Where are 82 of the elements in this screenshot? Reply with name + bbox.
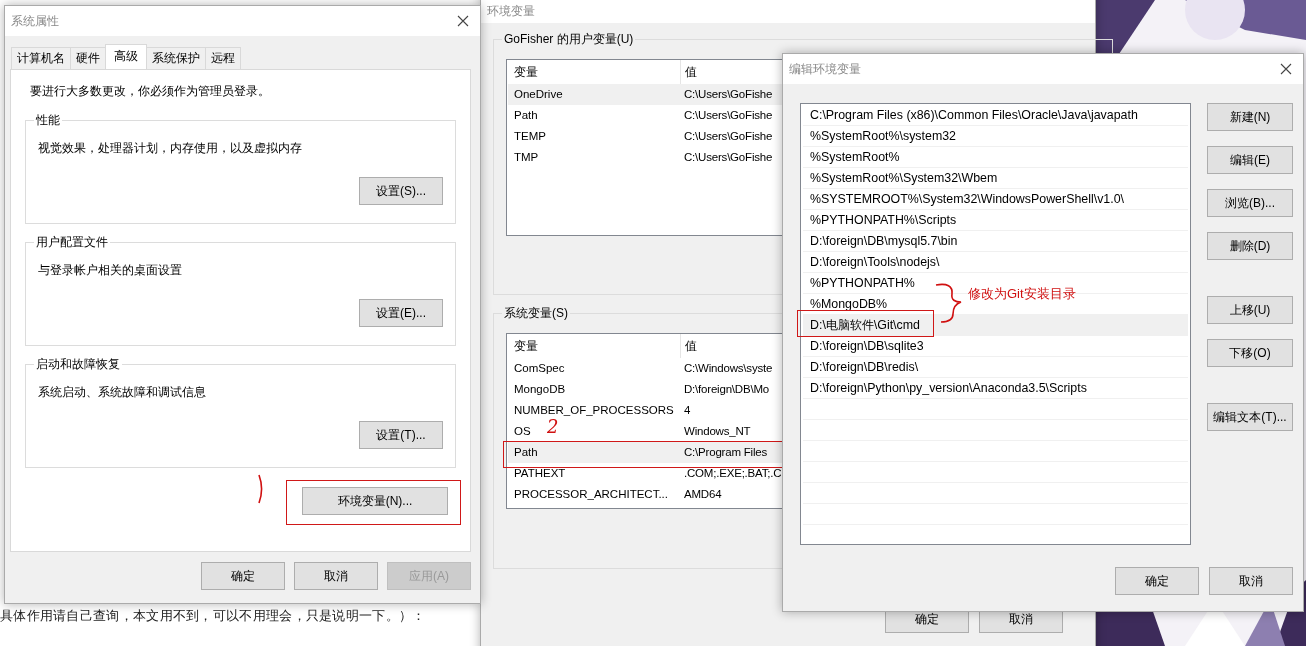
table-cell: NUMBER_OF_PROCESSORS: [514, 404, 674, 417]
list-row[interactable]: %SYSTEMROOT%\System32\WindowsPowerShell\v1.0\: [803, 189, 1188, 210]
table-cell: Path: [514, 446, 538, 459]
dialog-button[interactable]: 新建(N): [1207, 103, 1293, 131]
list-item-text: D:\foreign\DB\redis\: [809, 359, 919, 376]
list-row[interactable]: %PYTHONPATH%\Scripts: [803, 210, 1188, 231]
close-icon[interactable]: [1280, 63, 1292, 75]
list-row[interactable]: D:\foreign\DB\mysql5.7\bin: [803, 231, 1188, 252]
table-cell: C:\Users\GoFishe: [684, 130, 773, 143]
annotation-mark: 2: [547, 418, 559, 436]
group-label: 用户配置文件: [34, 234, 110, 251]
table-cell: C:\Users\GoFishe: [684, 88, 773, 101]
list-item-text: C:\Program Files (x86)\Common Files\Oracle\Java\javapath: [809, 107, 1138, 124]
dialog-button[interactable]: 上移(U): [1207, 296, 1293, 324]
list-item-text: %MongoDB%: [809, 296, 888, 313]
table-cell: PROCESSOR_ARCHITECT...: [514, 488, 668, 501]
table-cell: 4: [684, 404, 691, 417]
page-text: 具体作用请自己查询，本文用不到，可以不用理会，只是说明一下。）：: [0, 608, 426, 625]
column-header[interactable]: 值: [681, 60, 697, 84]
window-title: 编辑环境变量: [789, 60, 861, 78]
table-cell: C:\Windows\syste: [684, 362, 773, 375]
list-item-text: D:\foreign\DB\mysql5.7\bin: [809, 233, 958, 250]
table-cell: C:\Users\GoFishe: [684, 151, 773, 164]
table-cell: TEMP: [514, 130, 546, 143]
dialog-button[interactable]: 下移(O): [1207, 339, 1293, 367]
column-header[interactable]: 变量: [508, 334, 681, 358]
dialog-button[interactable]: 编辑文本(T)...: [1207, 403, 1293, 431]
list-item-text: %PYTHONPATH%: [809, 275, 915, 292]
dialog-button[interactable]: 编辑(E): [1207, 146, 1293, 174]
tab[interactable]: 计算机名: [11, 47, 71, 69]
window-title: 系统属性: [11, 12, 59, 30]
table-cell: C:\Users\GoFishe: [684, 109, 773, 122]
dialog-button[interactable]: 取消: [294, 562, 378, 590]
dialog-button[interactable]: 删除(D): [1207, 232, 1293, 260]
tab[interactable]: 高级: [105, 44, 147, 70]
group-label: GoFisher 的用户变量(U): [502, 31, 636, 48]
group-description: 系统启动、系统故障和调试信息: [38, 384, 207, 401]
table-cell: .COM;.EXE;.BAT;.C: [684, 467, 782, 480]
list-item-text: %SYSTEMROOT%\System32\WindowsPowerShell\v1.0\: [809, 191, 1124, 208]
group-label: 性能: [34, 112, 62, 129]
group-label: 系统变量(S): [502, 305, 570, 322]
dialog-button[interactable]: 确定: [1115, 567, 1199, 595]
list-item-text: %SystemRoot%: [809, 149, 900, 166]
table-cell: ComSpec: [514, 362, 565, 375]
list-item-text: D:\foreign\Python\py_version\Anaconda3.5\Scripts: [809, 380, 1087, 397]
environment-variables-button[interactable]: 环境变量(N)...: [302, 487, 448, 515]
list-row[interactable]: D:\foreign\Python\py_version\Anaconda3.5\Scripts: [803, 378, 1188, 399]
list-row[interactable]: C:\Program Files (x86)\Common Files\Oracle\Java\javapath: [803, 105, 1188, 126]
list-row[interactable]: %SystemRoot%: [803, 147, 1188, 168]
table-cell: OneDrive: [514, 88, 563, 101]
list-item-text: D:\foreign\DB\sqlite3: [809, 338, 924, 355]
table-cell: D:\foreign\DB\Mo: [684, 383, 769, 396]
dialog-button[interactable]: 浏览(B)...: [1207, 189, 1293, 217]
list-item-text: %PYTHONPATH%\Scripts: [809, 212, 957, 229]
table-cell: MongoDB: [514, 383, 566, 396]
dialog-button[interactable]: 取消: [1209, 567, 1293, 595]
table-cell: C:\Program Files: [684, 446, 768, 459]
group-label: 启动和故障恢复: [34, 356, 122, 373]
group-description: 与登录帐户相关的桌面设置: [38, 262, 183, 279]
table-cell: AMD64: [684, 488, 722, 501]
table-cell: TMP: [514, 151, 539, 164]
notice-text: 要进行大多数更改，你必须作为管理员登录。: [30, 83, 271, 100]
list-row[interactable]: %SystemRoot%\system32: [803, 126, 1188, 147]
group-description: 视觉效果，处理器计划，内存使用，以及虚拟内存: [38, 140, 303, 157]
list-row[interactable]: D:\foreign\DB\redis\: [803, 357, 1188, 378]
dialog-button[interactable]: 确定: [201, 562, 285, 590]
table-cell: Path: [514, 109, 538, 122]
window-title: 环境变量: [487, 2, 535, 20]
list-item-text: D:\电脑软件\Git\cmd: [803, 315, 920, 335]
tab[interactable]: 远程: [205, 47, 241, 69]
list-item-text: %SystemRoot%\System32\Wbem: [809, 170, 998, 187]
table-cell: PATHEXT: [514, 467, 566, 480]
list-item-text: %SystemRoot%\system32: [809, 128, 956, 145]
list-row[interactable]: D:\foreign\Tools\nodejs\: [803, 252, 1188, 273]
list-row[interactable]: %SystemRoot%\System32\Wbem: [803, 168, 1188, 189]
settings-button[interactable]: 设置(T)...: [359, 421, 443, 449]
settings-button[interactable]: 设置(S)...: [359, 177, 443, 205]
column-header[interactable]: 值: [681, 334, 697, 358]
settings-button[interactable]: 设置(E)...: [359, 299, 443, 327]
close-icon[interactable]: [457, 15, 469, 27]
list-item-text: D:\foreign\Tools\nodejs\: [809, 254, 940, 271]
list-row[interactable]: D:\foreign\DB\sqlite3: [803, 336, 1188, 357]
